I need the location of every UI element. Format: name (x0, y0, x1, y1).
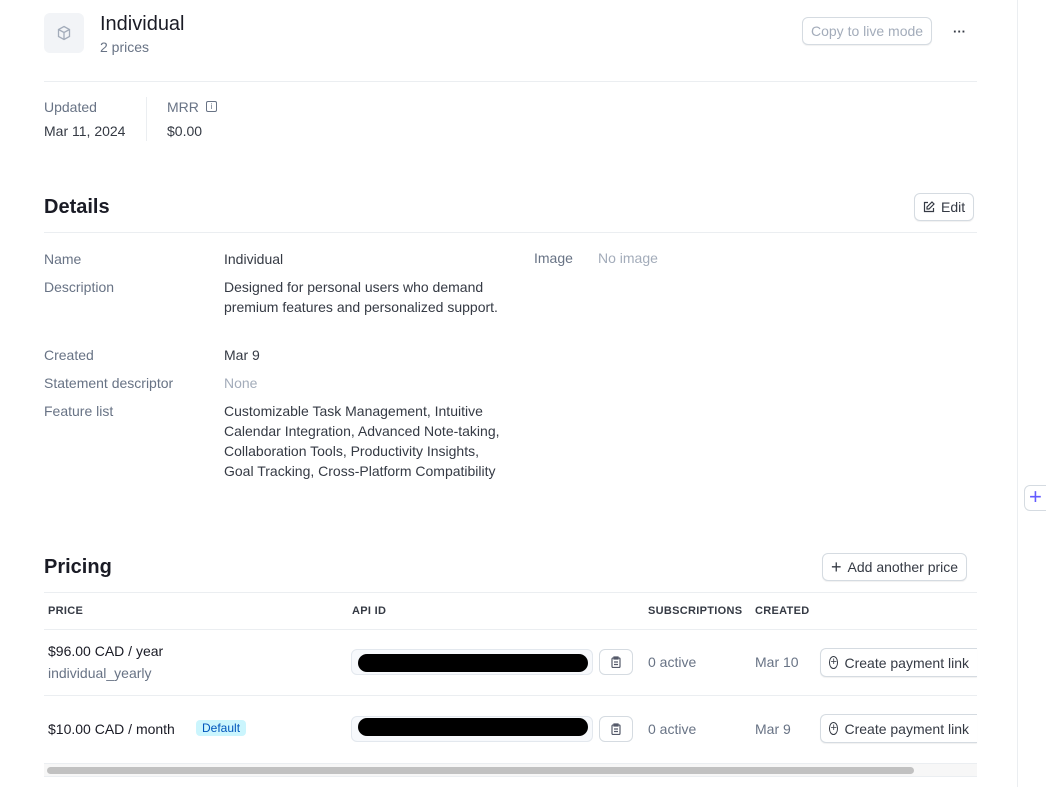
default-badge: Default (196, 720, 247, 736)
edit-button[interactable]: Edit (914, 193, 975, 221)
price-amount: $10.00 CAD / month (48, 721, 175, 737)
api-id-field[interactable] (351, 716, 593, 742)
clipboard-icon (611, 723, 621, 735)
detail-label-created: Created (44, 347, 94, 363)
copy-button[interactable] (599, 716, 633, 742)
stat-updated-label: Updated (44, 99, 97, 115)
expand-panel-button[interactable]: + (1024, 485, 1046, 511)
subscriptions-count: 0 active (648, 654, 697, 670)
more-options-button[interactable]: ··· (953, 24, 966, 39)
detail-value-created: Mar 9 (224, 347, 260, 363)
price-amount: $96.00 CAD / year (48, 643, 164, 659)
divider (146, 97, 147, 141)
column-header-created: CREATED (755, 605, 810, 617)
pricing-title: Pricing (44, 556, 112, 578)
price-count: 2 prices (100, 39, 150, 55)
divider (44, 695, 977, 696)
price-nickname: individual_yearly (48, 665, 152, 681)
divider (44, 81, 977, 82)
details-title: Details (44, 196, 110, 218)
redaction (358, 654, 588, 672)
copy-to-live-mode-button[interactable]: Copy to live mode (802, 17, 933, 45)
horizontal-scrollbar-track[interactable] (44, 763, 977, 777)
add-price-label: Add another price (847, 559, 959, 575)
api-id-field[interactable] (351, 649, 593, 675)
image-label: Image (534, 250, 573, 266)
add-another-price-button[interactable]: + Add another price (822, 553, 968, 581)
create-payment-link-label: Create payment link (844, 720, 969, 737)
copy-live-label: Copy to live mode (811, 23, 924, 39)
horizontal-scrollbar-thumb[interactable] (47, 767, 914, 774)
product-icon (44, 13, 84, 53)
column-header-subscriptions: SUBSCRIPTIONS (648, 605, 743, 617)
detail-label-description: Description (44, 279, 115, 295)
detail-value-feature-list: Customizable Task Management, Intuitive … (224, 403, 500, 479)
detail-label-feature-list: Feature list (44, 403, 114, 419)
divider (44, 592, 977, 593)
detail-label-statement-descriptor: Statement descriptor (44, 375, 174, 391)
stat-updated-value: Mar 11, 2024 (44, 123, 126, 139)
column-header-price: PRICE (48, 605, 84, 617)
divider (44, 629, 977, 630)
detail-value-statement-descriptor: None (224, 375, 258, 391)
plus-circle-icon: + (829, 656, 839, 669)
created-date: Mar 10 (755, 654, 799, 670)
detail-label-name: Name (44, 251, 82, 267)
redaction (358, 718, 588, 736)
stat-mrr-label: MRR (167, 99, 199, 115)
plus-circle-icon: + (829, 722, 839, 735)
divider (44, 232, 977, 233)
edit-icon (923, 201, 935, 213)
column-header-api-id: API ID (352, 605, 387, 617)
create-payment-link-button[interactable]: + Create payment link (820, 648, 977, 677)
info-icon[interactable]: i (206, 101, 217, 112)
plus-icon: + (831, 557, 842, 577)
detail-value-name: Individual (224, 251, 284, 267)
created-date: Mar 9 (755, 721, 791, 737)
subscriptions-count: 0 active (648, 721, 697, 737)
edit-label: Edit (941, 199, 966, 215)
image-value: No image (598, 250, 658, 266)
create-payment-link-label: Create payment link (844, 654, 969, 671)
copy-button[interactable] (599, 649, 633, 675)
create-payment-link-button[interactable]: + Create payment link (820, 714, 977, 743)
page-title: Individual (100, 13, 185, 35)
panel-divider (1017, 0, 1018, 787)
clipboard-icon (611, 656, 621, 668)
detail-value-description: Designed for personal users who demand p… (224, 279, 498, 315)
stat-mrr-value: $0.00 (167, 123, 203, 139)
